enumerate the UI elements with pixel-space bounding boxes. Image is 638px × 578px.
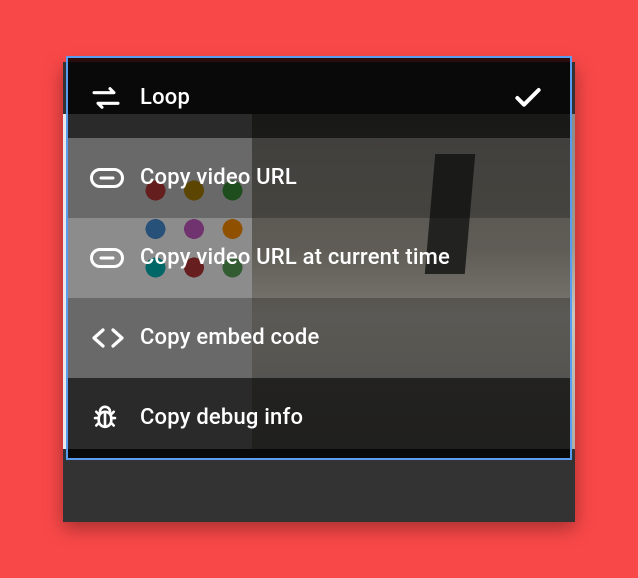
- menu-item-label: Copy debug info: [140, 404, 504, 433]
- loop-icon: [90, 82, 140, 114]
- menu-item-label: Copy embed code: [140, 324, 504, 353]
- bug-icon: [90, 403, 140, 433]
- menu-item-label: Copy video URL at current time: [140, 244, 504, 273]
- menu-item-loop[interactable]: Loop: [68, 58, 570, 138]
- menu-item-copy-url[interactable]: Copy video URL: [68, 138, 570, 218]
- menu-item-label: Copy video URL: [140, 164, 504, 193]
- context-menu: Loop Copy video URL: [66, 56, 572, 460]
- code-icon: [90, 326, 140, 350]
- menu-item-copy-url-at-time[interactable]: Copy video URL at current time: [68, 218, 570, 298]
- link-icon: [90, 248, 140, 268]
- menu-item-label: Loop: [140, 84, 504, 113]
- menu-item-copy-debug[interactable]: Copy debug info: [68, 378, 570, 458]
- video-player-frame: Loop Copy video URL: [63, 62, 575, 522]
- link-icon: [90, 168, 140, 188]
- check-icon: [504, 82, 544, 114]
- menu-item-copy-embed[interactable]: Copy embed code: [68, 298, 570, 378]
